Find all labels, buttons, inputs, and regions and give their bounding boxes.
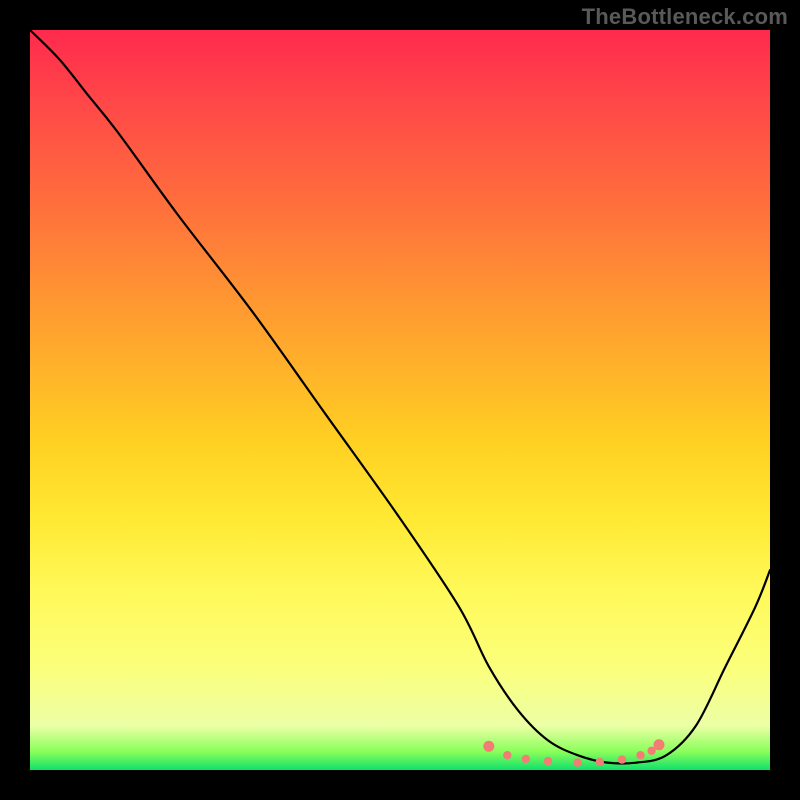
watermark-text: TheBottleneck.com [582, 4, 788, 30]
bottleneck-curve [30, 30, 770, 764]
plot-area [30, 30, 770, 770]
chart-frame: TheBottleneck.com [0, 0, 800, 800]
trough-dot [618, 755, 626, 763]
curve-layer [30, 30, 770, 770]
trough-dot [544, 757, 552, 765]
trough-dot [636, 751, 644, 759]
trough-dot [503, 751, 511, 759]
trough-dot [654, 739, 665, 750]
trough-dot [573, 758, 581, 766]
trough-dot [483, 741, 494, 752]
trough-dot [522, 755, 530, 763]
trough-dot [596, 758, 604, 766]
